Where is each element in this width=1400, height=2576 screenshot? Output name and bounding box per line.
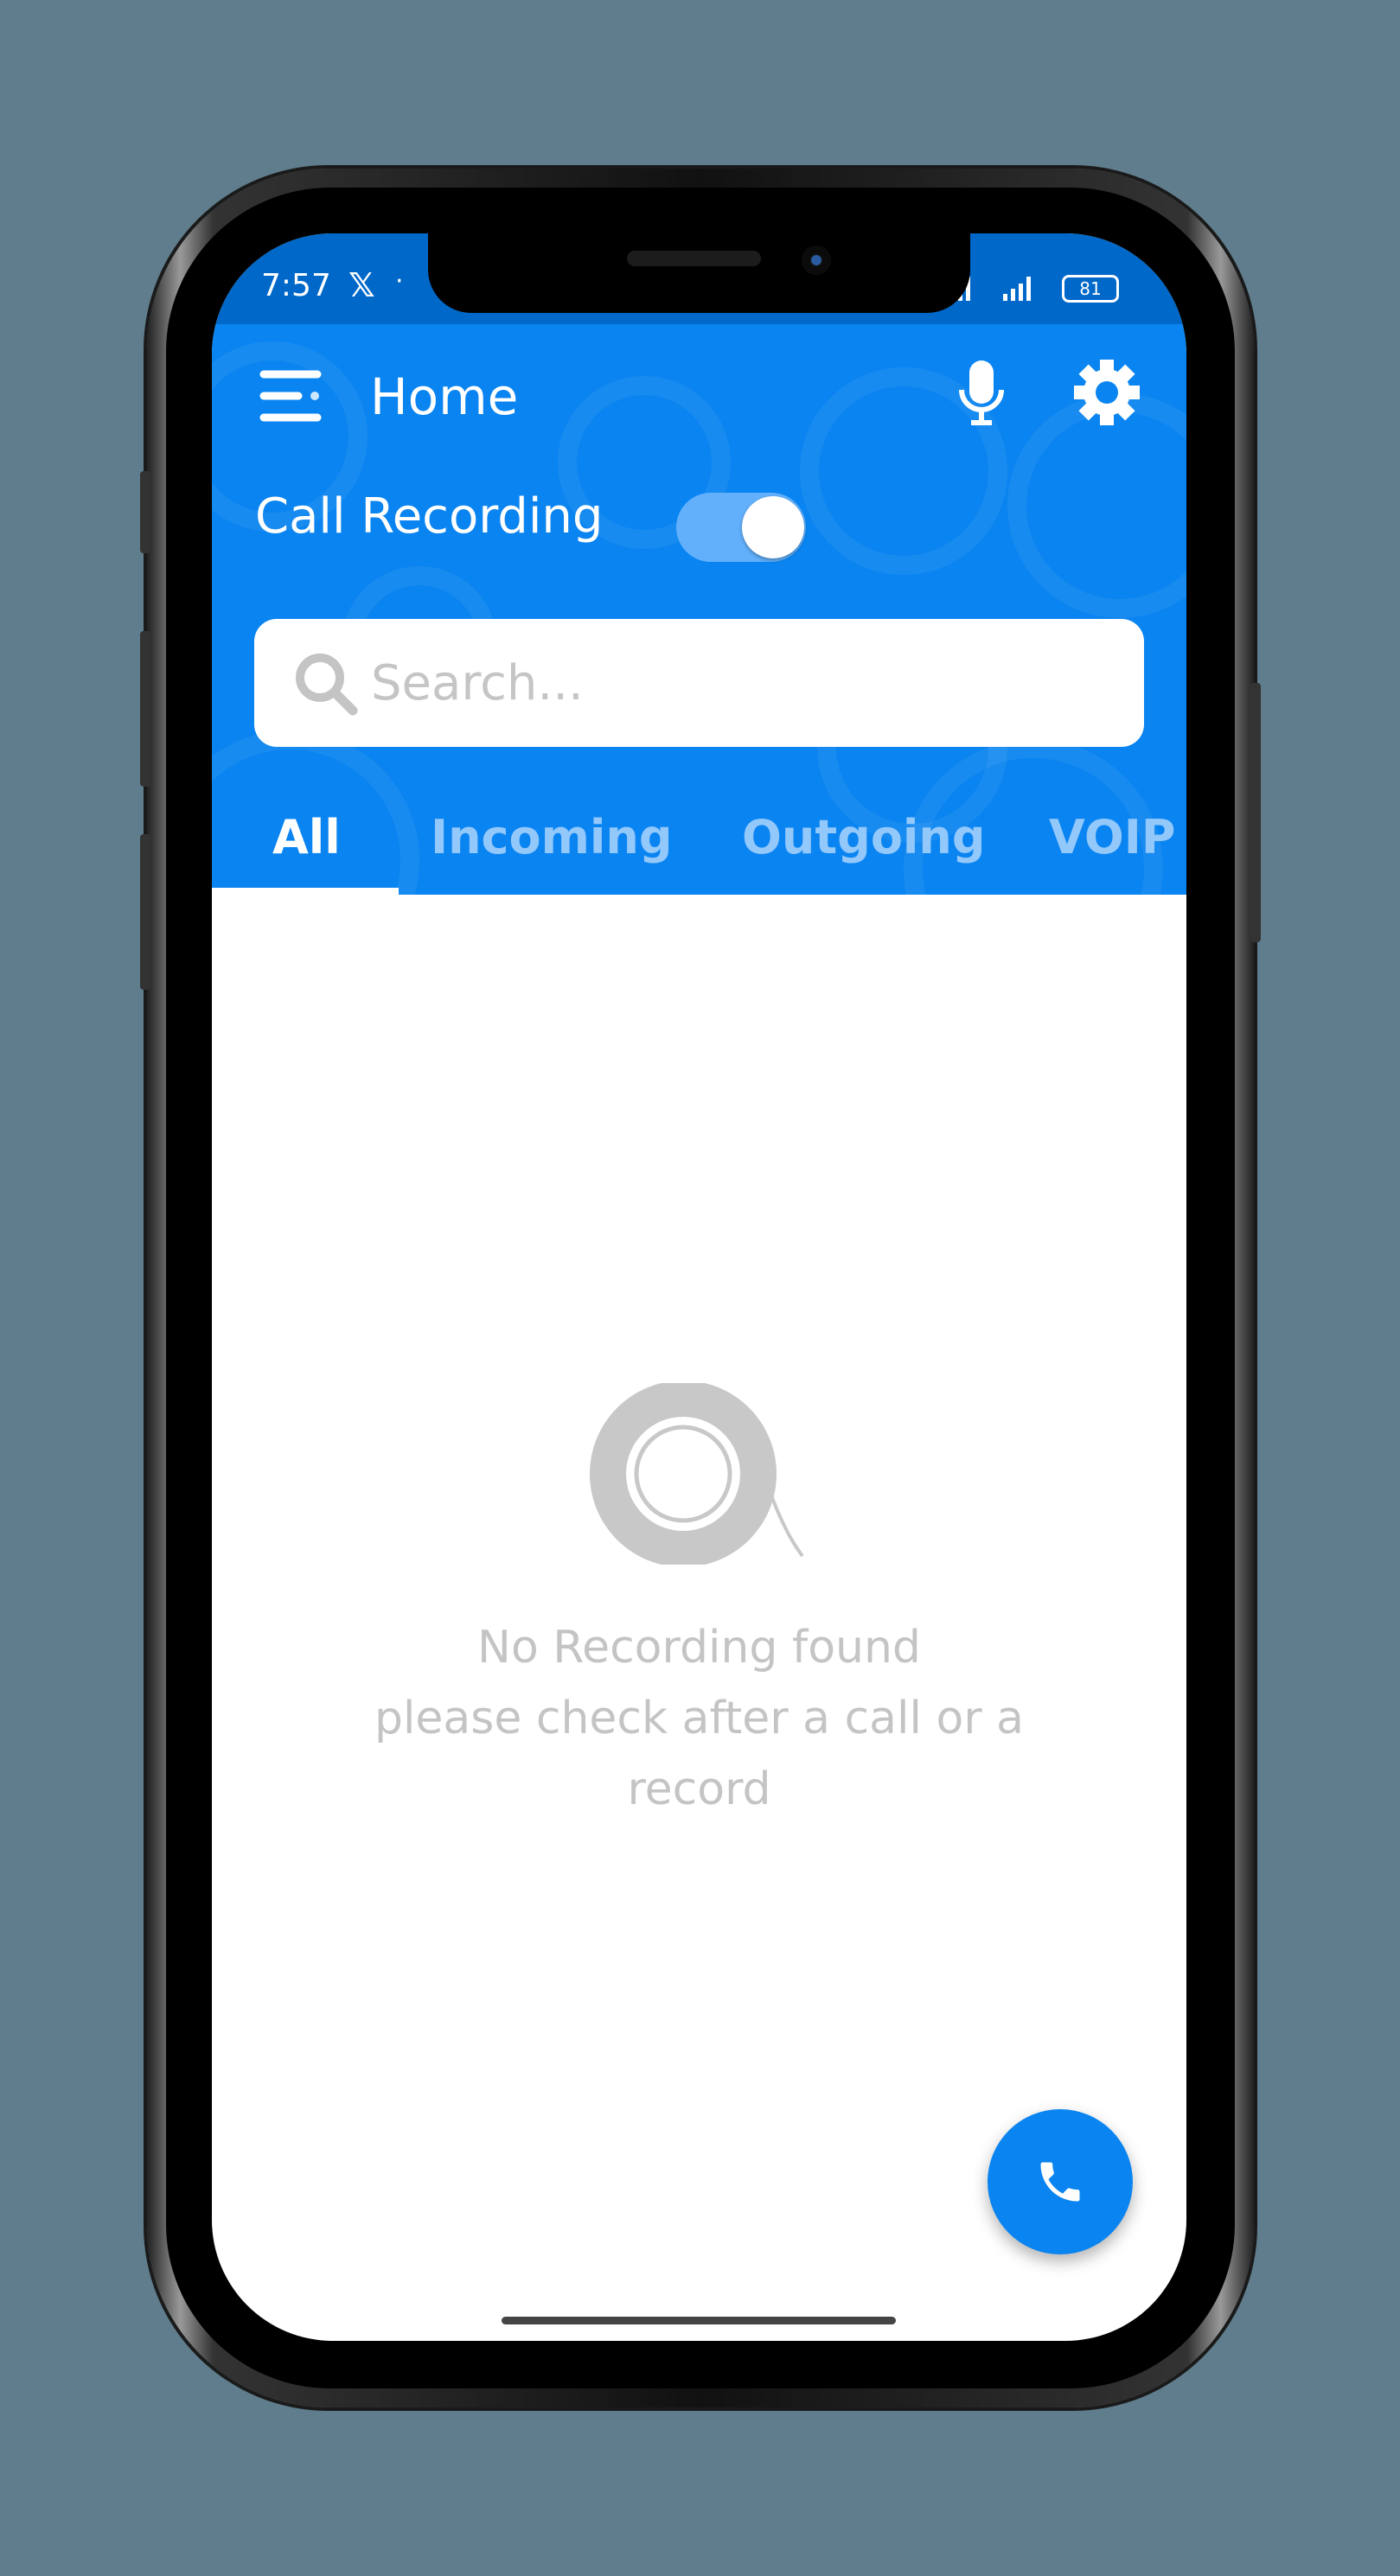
x-logo-icon: 𝕏 [348, 266, 375, 304]
battery-icon: 81 [1062, 275, 1119, 303]
microphone-icon [959, 360, 1004, 425]
voice-button[interactable] [957, 359, 1006, 431]
tab-outgoing[interactable]: Outgoing [742, 810, 986, 864]
empty-line-2: please check after a call or a [374, 1693, 1025, 1744]
battery-level: 81 [1079, 278, 1102, 299]
search-bar [254, 619, 1144, 747]
call-recording-label: Call Recording [255, 488, 604, 545]
settings-button[interactable] [1074, 359, 1140, 430]
page-title: Home [370, 367, 519, 426]
more-notifications-dot: · [395, 266, 404, 296]
status-bar: 7:57 𝕏 · 81 [212, 233, 1186, 324]
empty-line-3: record [627, 1763, 771, 1815]
search-icon [296, 654, 358, 716]
status-time: 7:57 [261, 268, 331, 303]
signal-icon-2 [1003, 277, 1031, 301]
active-tab-indicator [212, 888, 399, 895]
tab-incoming[interactable]: Incoming [431, 810, 673, 864]
call-recording-toggle[interactable] [676, 493, 806, 562]
volume-down-button [140, 834, 150, 990]
search-input[interactable] [371, 619, 1115, 747]
camera-icon [802, 245, 831, 275]
phone-icon [1040, 2162, 1080, 2202]
tab-all[interactable]: All [272, 810, 341, 864]
tab-bar: All Incoming Outgoing VOIP [212, 791, 1186, 895]
home-indicator[interactable] [502, 2317, 896, 2324]
volume-up-button [140, 631, 150, 787]
dial-fab-button[interactable] [988, 2109, 1133, 2254]
mute-switch [140, 471, 150, 553]
tab-voip[interactable]: VOIP [1049, 810, 1175, 864]
empty-line-1: No Recording found [477, 1622, 921, 1674]
power-button [1250, 683, 1261, 942]
empty-state-message: No Recording found please check after a … [212, 1612, 1186, 1825]
tape-reel-icon [590, 1383, 804, 1565]
gear-icon [1074, 360, 1140, 425]
hamburger-icon [259, 370, 322, 422]
notch [428, 233, 970, 313]
menu-button[interactable] [259, 369, 322, 423]
app-screen: 7:57 𝕏 · 81 Home Call Recording Search..… [212, 233, 1186, 2341]
app-header: Home Call Recording All Incoming Outgoin… [212, 324, 1186, 895]
